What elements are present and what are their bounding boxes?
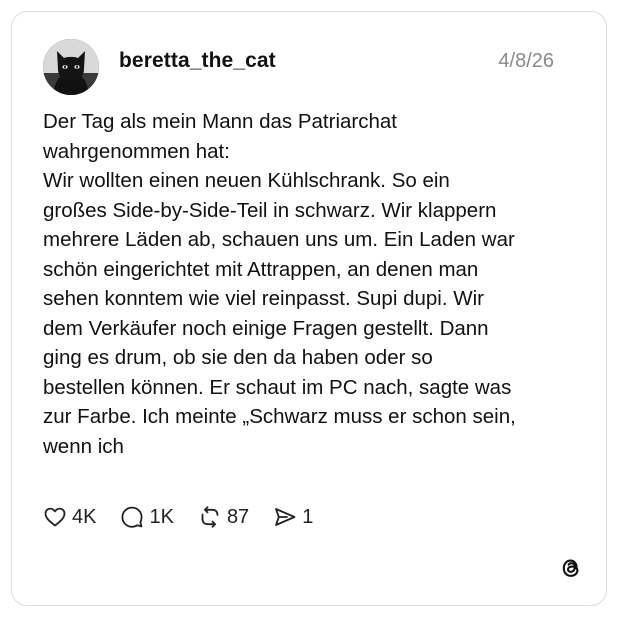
post-text-line: ging es drum, ob sie den da haben oder s… [43,346,433,369]
post-card: beretta_the_cat 4/8/26 Der Tag als mein … [11,11,607,606]
username[interactable]: beretta_the_cat [119,49,276,73]
heart-icon [44,507,66,527]
speech-bubble-icon [121,506,143,528]
like-button[interactable]: 4K [43,505,96,529]
post-text-line: Der Tag als mein Mann das Patriarchat [43,110,397,133]
post-text-line: schön eingerichtet mit Attrappen, an den… [43,257,479,281]
repost-icon [201,506,219,528]
post-text-line: mehrere Läden ab, schauen uns um. Ein La… [43,228,515,251]
repost-button[interactable]: 87 [198,505,249,529]
post-text-line: Wir wollten einen neuen Kühlschrank. So … [43,169,450,192]
like-count: 4K [72,505,97,528]
action-bar: 4K 1K 87 1 [43,504,337,530]
post-text-line: wahrgenommen hat: [43,139,230,163]
avatar[interactable] [43,39,99,95]
reply-button[interactable]: 1K [120,505,174,529]
post-text-line: sehen konntem wie viel reinpasst. Supi d… [43,287,484,310]
black-cat-avatar-icon [43,39,99,95]
post-text-line: wenn ich [43,434,124,458]
threads-logo-icon [558,555,584,581]
post-text-line: großes Side-by-Side-Teil in schwarz. Wir… [43,198,497,222]
send-icon [275,508,296,526]
post-text: Der Tag als mein Mann das Patriarchat wa… [43,107,583,461]
share-button[interactable]: 1 [273,505,313,529]
share-count: 1 [302,505,314,528]
post-text-line: zur Farbe. Ich meinte „Schwarz muss er s… [43,405,516,428]
reply-count: 1K [149,505,174,528]
post-date: 4/8/26 [498,50,554,72]
post-text-line: dem Verkäufer noch einige Fragen gestell… [43,316,489,340]
post-text-line: bestellen können. Er schaut im PC nach, … [43,375,512,399]
repost-count: 87 [226,505,250,528]
